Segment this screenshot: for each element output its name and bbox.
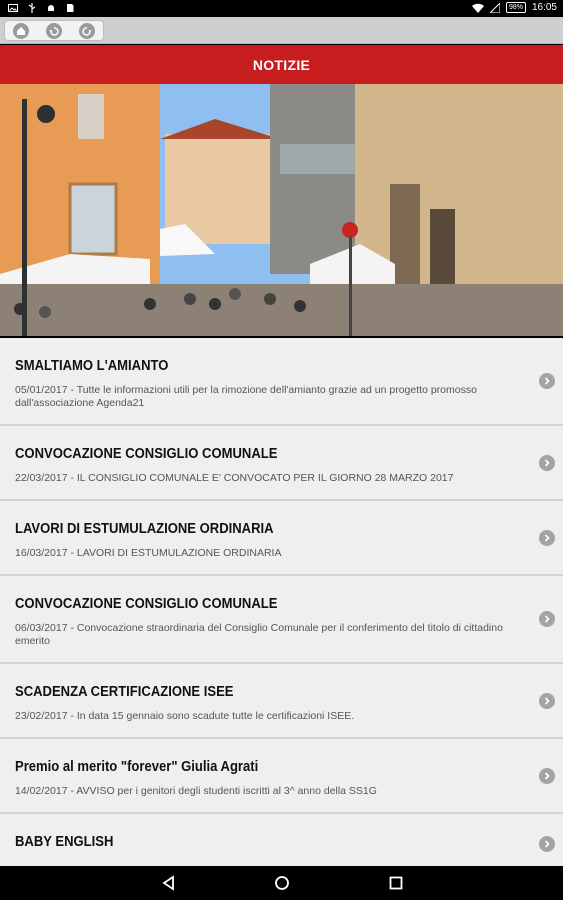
home-button[interactable]: [13, 22, 30, 39]
chevron-right-icon[interactable]: [539, 529, 555, 546]
news-title: CONVOCAZIONE CONSIGLIO COMUNALE: [15, 446, 278, 462]
android-debug-icon: [48, 5, 54, 11]
forward-icon: [81, 26, 92, 36]
news-title: SCADENZA CERTIFICAZIONE ISEE: [15, 684, 234, 700]
back-button[interactable]: [45, 22, 62, 39]
signal-icon: [489, 2, 500, 13]
chevron-right-icon[interactable]: [539, 836, 555, 852]
news-description: 22/03/2017 - IL CONSIGLIO COMUNALE E' CO…: [15, 472, 454, 484]
news-item[interactable]: SCADENZA CERTIFICAZIONE ISEE 23/02/2017 …: [0, 664, 563, 739]
news-title: LAVORI DI ESTUMULAZIONE ORDINARIA: [15, 521, 274, 537]
page-title: NOTIZIE: [252, 56, 311, 73]
back-triangle-icon[interactable]: [161, 875, 177, 891]
news-description: 05/01/2017 - Tutte le informazioni utili…: [15, 384, 477, 409]
news-description: 23/02/2017 - In data 15 gennaio sono sca…: [15, 710, 355, 722]
forward-button[interactable]: [78, 22, 95, 39]
news-item[interactable]: Premio al merito "forever" Giulia Agrati…: [0, 739, 563, 814]
wifi-icon: [471, 3, 484, 13]
news-title: Premio al merito "forever" Giulia Agrati: [15, 759, 259, 775]
recents-square-icon[interactable]: [388, 875, 404, 891]
browser-toolbar: [0, 17, 563, 44]
news-item[interactable]: CONVOCAZIONE CONSIGLIO COMUNALE 22/03/20…: [0, 426, 563, 501]
chevron-right-icon[interactable]: [539, 611, 555, 627]
street-scene-illustration: [0, 84, 563, 336]
chevron-right-icon[interactable]: [539, 454, 555, 471]
chevron-right-icon[interactable]: [539, 767, 555, 784]
clock: 16:05: [531, 2, 557, 13]
home-icon: [17, 26, 26, 35]
news-description: 06/03/2017 - Convocazione straordinaria …: [15, 622, 503, 647]
system-nav-bar: [0, 866, 563, 900]
browser-nav-group: [4, 20, 104, 41]
chevron-right-icon[interactable]: [539, 692, 555, 709]
news-title: CONVOCAZIONE CONSIGLIO COMUNALE: [15, 596, 278, 612]
news-item[interactable]: CONVOCAZIONE CONSIGLIO COMUNALE 06/03/20…: [0, 576, 563, 664]
news-item[interactable]: SMALTIAMO L'AMIANTO 05/01/2017 - Tutte l…: [0, 338, 563, 426]
news-item[interactable]: LAVORI DI ESTUMULAZIONE ORDINARIA 16/03/…: [0, 501, 563, 576]
news-description: 16/03/2017 - LAVORI DI ESTUMULAZIONE ORD…: [15, 547, 282, 559]
home-circle-icon[interactable]: [274, 875, 290, 891]
image-icon: [8, 4, 18, 12]
chevron-right-icon[interactable]: [539, 373, 555, 389]
usb-icon: [28, 3, 36, 13]
back-icon: [49, 26, 59, 36]
status-bar: 98% 16:05: [0, 0, 563, 17]
hero-image: [0, 84, 563, 336]
news-list: SMALTIAMO L'AMIANTO 05/01/2017 - Tutte l…: [0, 338, 563, 866]
sd-card-icon: [67, 4, 74, 12]
app-header: NOTIZIE: [0, 45, 563, 84]
battery-icon: 98%: [505, 2, 526, 13]
news-title: BABY ENGLISH: [15, 834, 114, 850]
news-description: 14/02/2017 - AVVISO per i genitori degli…: [15, 785, 377, 797]
news-item[interactable]: BABY ENGLISH: [0, 814, 563, 866]
news-title: SMALTIAMO L'AMIANTO: [15, 358, 169, 374]
